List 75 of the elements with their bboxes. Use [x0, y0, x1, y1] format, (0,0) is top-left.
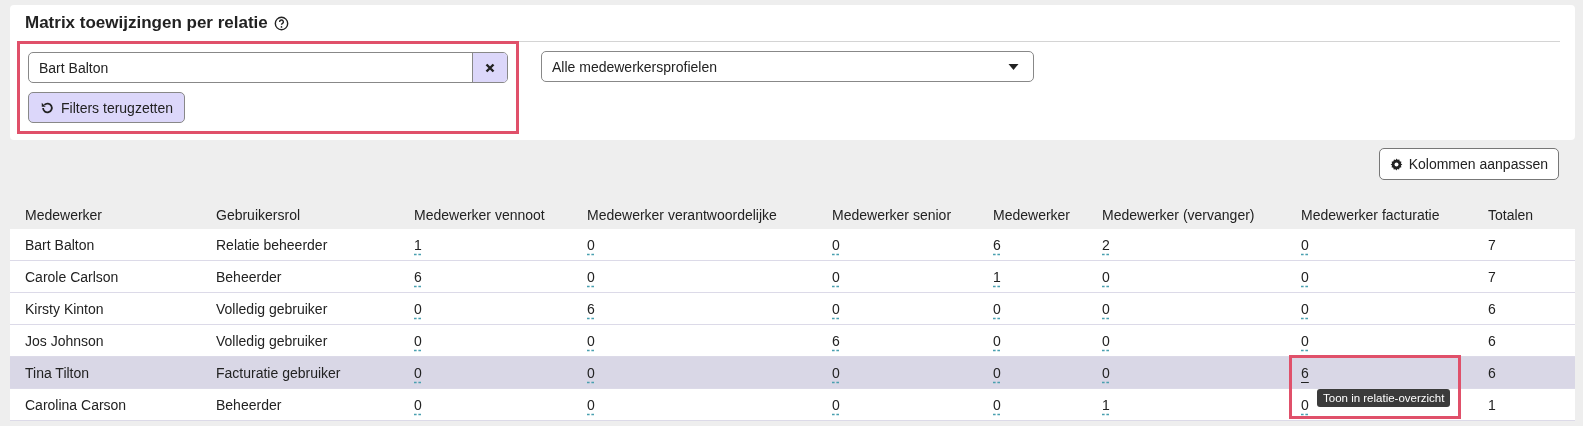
total-count: 6 [1488, 332, 1496, 349]
count-link[interactable]: 0 [1102, 300, 1110, 317]
employee-name: Jos Johnson [25, 332, 104, 349]
employee-name: Carole Carlson [25, 268, 119, 285]
count-link[interactable]: 0 [414, 300, 422, 317]
column-header: Medewerker facturatie [1301, 207, 1441, 223]
user-role: Beheerder [216, 268, 282, 285]
count-link[interactable]: 0 [414, 332, 422, 349]
count-link[interactable]: 0 [832, 396, 840, 413]
employee-name: Kirsty Kinton [25, 300, 104, 317]
count-link[interactable]: 6 [993, 236, 1001, 253]
count-link[interactable]: 0 [1301, 236, 1309, 253]
gear-icon [1389, 157, 1403, 171]
count-link[interactable]: 0 [993, 396, 1001, 413]
count-link[interactable]: 0 [1102, 332, 1110, 349]
count-link[interactable]: 0 [1102, 268, 1110, 285]
count-link[interactable]: 0 [414, 364, 422, 381]
employee-name: Tina Tilton [25, 364, 90, 381]
user-role: Relatie beheerder [216, 236, 328, 253]
column-header: Medewerker [25, 207, 104, 223]
count-link[interactable]: 0 [587, 268, 595, 285]
count-link[interactable]: 6 [414, 268, 422, 285]
count-link[interactable]: 0 [1301, 268, 1309, 285]
column-header: Medewerker vennoot [414, 207, 546, 223]
count-link[interactable]: 0 [832, 236, 840, 253]
tooltip: Toon in relatie-overzicht [1317, 388, 1451, 407]
count-link[interactable]: 0 [587, 396, 595, 413]
count-link[interactable]: 0 [832, 300, 840, 317]
count-link[interactable]: 0 [993, 332, 1001, 349]
user-role: Volledig gebruiker [216, 300, 328, 317]
column-header: Totalen [1488, 207, 1535, 223]
page-title: Matrix toewijzingen per relatie [25, 13, 268, 33]
count-link[interactable]: 0 [587, 236, 595, 253]
profile-dropdown[interactable]: Alle medewerkersprofielen [541, 51, 1034, 82]
employee-name: Carolina Carson [25, 396, 127, 413]
close-icon [485, 62, 495, 73]
user-role: Facturatie gebruiker [216, 364, 341, 381]
count-link[interactable]: 0 [1301, 332, 1309, 349]
count-link[interactable]: 6 [1301, 364, 1309, 381]
count-link[interactable]: 6 [587, 300, 595, 317]
total-count: 7 [1488, 236, 1496, 253]
undo-icon [40, 100, 54, 115]
count-link[interactable]: 0 [993, 300, 1001, 317]
column-header: Medewerker [993, 207, 1072, 223]
help-icon[interactable] [273, 15, 289, 31]
column-header: Medewerker (vervanger) [1102, 207, 1256, 223]
total-count: 6 [1488, 364, 1496, 381]
clear-button[interactable] [472, 53, 507, 82]
total-count: 6 [1488, 300, 1496, 317]
user-role: Beheerder [216, 396, 282, 413]
count-link[interactable]: 0 [1102, 364, 1110, 381]
column-header: Gebruikersrol [216, 207, 302, 223]
customize-columns-button[interactable]: Kolommen aanpassen [1378, 148, 1559, 180]
count-link[interactable]: 2 [1102, 236, 1110, 253]
count-link[interactable]: 1 [993, 268, 1001, 285]
total-count: 1 [1488, 396, 1496, 413]
total-count: 7 [1488, 268, 1496, 285]
employee-name: Bart Balton [25, 236, 95, 253]
count-link[interactable]: 1 [1102, 396, 1110, 413]
reset-filters-button[interactable]: Filters terugzetten [28, 92, 186, 123]
column-header: Medewerker senior [832, 207, 953, 223]
count-link[interactable]: 0 [993, 364, 1001, 381]
search-field[interactable]: Bart Balton [28, 52, 508, 83]
user-role: Volledig gebruiker [216, 332, 328, 349]
count-link[interactable]: 6 [832, 332, 840, 349]
caret-icon [1008, 63, 1019, 70]
count-link[interactable]: 0 [1301, 300, 1309, 317]
count-link[interactable]: 0 [587, 332, 595, 349]
count-link[interactable]: 0 [587, 364, 595, 381]
count-link[interactable]: 1 [414, 236, 422, 253]
count-link[interactable]: 0 [414, 396, 422, 413]
column-header: Medewerker verantwoordelijke [587, 207, 778, 223]
count-link[interactable]: 0 [832, 268, 840, 285]
count-link[interactable]: 0 [1301, 396, 1309, 413]
count-link[interactable]: 0 [832, 364, 840, 381]
